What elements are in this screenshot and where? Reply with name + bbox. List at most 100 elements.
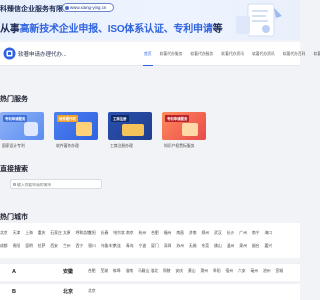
city-link[interactable]: 贵阳 bbox=[13, 244, 26, 252]
city-link[interactable]: 西宁 bbox=[76, 244, 89, 252]
service-tag: 软件著作权 bbox=[57, 115, 78, 122]
service-card-design-patent[interactable]: 专利申请服务 国家设计专利 bbox=[0, 112, 44, 154]
banner-url-badge: www.xiang-ying.cn bbox=[62, 3, 114, 12]
city-link[interactable]: 烟台 bbox=[252, 244, 265, 252]
city-link[interactable]: 佛山 bbox=[214, 244, 227, 252]
city-link[interactable]: 沈阳 bbox=[88, 231, 101, 239]
top-banner: 科臻信企业服务有限公司 www.xiang-ying.cn 从事高新技术企业申报… bbox=[0, 0, 300, 40]
city-link[interactable]: 大连 bbox=[113, 244, 126, 252]
nav-item-home[interactable]: 首页 bbox=[140, 42, 156, 66]
alpha-city-link[interactable]: 阜阳 bbox=[213, 269, 226, 274]
city-link[interactable]: 北京 bbox=[0, 231, 13, 239]
city-link[interactable]: 济南 bbox=[189, 231, 202, 239]
alpha-province[interactable]: 北京 bbox=[63, 288, 73, 295]
city-link[interactable]: 长沙 bbox=[227, 231, 240, 239]
city-row-2: 成都 贵阳 昆明 拉萨 西安 兰州 西宁 银川 乌鲁木齐 大连 青岛 宁波 厦门 深圳 苏州 无锡 东莞 佛山 温州… bbox=[0, 244, 277, 252]
city-link[interactable]: 东莞 bbox=[202, 244, 215, 252]
city-link[interactable]: 嘉兴 bbox=[264, 244, 277, 252]
city-link[interactable]: 南宁 bbox=[252, 231, 265, 239]
alpha-province[interactable]: 安徽 bbox=[63, 268, 73, 275]
alpha-city-link[interactable]: 淮北 bbox=[151, 269, 164, 274]
alpha-row-b: B 北京 北京 bbox=[0, 283, 300, 300]
service-card-ip-standard[interactable]: 专利申请服务 知识产权贯标服务 bbox=[162, 112, 206, 154]
city-link[interactable]: 昆明 bbox=[25, 244, 38, 252]
services-list: 专利申请服务 国家设计专利 软件著作权 软件著作办理 工商注册 工商注册办理 专… bbox=[0, 112, 300, 154]
services-title: 热门服务 bbox=[0, 96, 28, 103]
city-link[interactable]: 上海 bbox=[25, 231, 38, 239]
search-title: 直接搜索 bbox=[0, 166, 28, 173]
city-link[interactable]: 太原 bbox=[63, 231, 76, 239]
alpha-city-link[interactable]: 芜湖 bbox=[101, 269, 114, 274]
alpha-city-link[interactable]: 铜陵 bbox=[163, 269, 176, 274]
city-link[interactable]: 哈尔滨 bbox=[113, 231, 126, 239]
alpha-city-link[interactable]: 宿州 bbox=[226, 269, 239, 274]
city-link[interactable]: 苏州 bbox=[176, 244, 189, 252]
site-name[interactable]: 软著申请办理代办... bbox=[18, 50, 67, 58]
service-image: 软件著作权 bbox=[54, 112, 98, 140]
banner-headline: 从事高新技术企业申报、ISO体系认证、专利申请等 bbox=[0, 20, 223, 35]
city-link[interactable]: 泉州 bbox=[239, 244, 252, 252]
nav-item-wiki-1[interactable]: 软著代办百科 bbox=[279, 42, 310, 66]
city-link[interactable]: 银川 bbox=[88, 244, 101, 252]
alpha-city-link[interactable]: 北京 bbox=[88, 289, 101, 294]
city-link[interactable]: 石家庄 bbox=[50, 231, 63, 239]
service-tag: 工商注册 bbox=[111, 115, 129, 122]
city-link[interactable]: 天津 bbox=[13, 231, 26, 239]
city-link[interactable]: 南京 bbox=[126, 231, 139, 239]
service-label: 工商注册办理 bbox=[110, 144, 133, 148]
banner-url-text: www.xiang-ying.cn bbox=[70, 5, 107, 10]
cities-title: 热门城市 bbox=[0, 214, 28, 221]
nav-item-wiki-2[interactable]: 软著代办百科 bbox=[310, 42, 320, 66]
alpha-city-link[interactable]: 马鞍山 bbox=[138, 269, 151, 274]
city-link[interactable]: 海口 bbox=[264, 231, 277, 239]
city-link[interactable]: 兰州 bbox=[63, 244, 76, 252]
city-link[interactable]: 成都 bbox=[0, 244, 13, 252]
alpha-city-link[interactable]: 蚌埠 bbox=[113, 269, 126, 274]
alpha-city-link[interactable]: 亳州 bbox=[251, 269, 264, 274]
city-link[interactable]: 长春 bbox=[101, 231, 114, 239]
nav-item-service-1[interactable]: 软著代办服务 bbox=[156, 42, 187, 66]
city-link[interactable]: 乌鲁木齐 bbox=[101, 244, 116, 252]
city-link[interactable]: 杭州 bbox=[139, 231, 152, 239]
city-link[interactable]: 合肥 bbox=[151, 231, 164, 239]
certificate-icon bbox=[182, 123, 198, 136]
city-link[interactable]: 福州 bbox=[164, 231, 177, 239]
alpha-city-link[interactable]: 池州 bbox=[263, 269, 276, 274]
city-search-input[interactable] bbox=[11, 180, 91, 189]
site-logo-icon[interactable] bbox=[3, 47, 16, 60]
alpha-city-link[interactable]: 合肥 bbox=[88, 269, 101, 274]
folder-icon bbox=[76, 122, 92, 136]
city-link[interactable]: 深圳 bbox=[164, 244, 177, 252]
nav-item-service-2[interactable]: 软著代办服务 bbox=[186, 42, 217, 66]
alpha-city-link[interactable]: 安庆 bbox=[176, 269, 189, 274]
alpha-city-link[interactable]: 滁州 bbox=[201, 269, 214, 274]
alpha-row-a: A 安徽 合肥 芜湖 蚌埠 淮南 马鞍山 淮北 铜陵 安庆 黄山 滁州 阜阳 宿州 六安 亳州 池州 宣城 bbox=[0, 263, 300, 281]
service-card-software-copyright[interactable]: 软件著作权 软件著作办理 bbox=[54, 112, 98, 154]
service-label: 知识产权贯标服务 bbox=[164, 144, 195, 148]
city-link[interactable]: 青岛 bbox=[126, 244, 139, 252]
city-link[interactable]: 武汉 bbox=[214, 231, 227, 239]
nav-item-news-2[interactable]: 软著代办资讯 bbox=[248, 42, 279, 66]
globe-icon bbox=[65, 6, 69, 10]
city-link[interactable]: 拉萨 bbox=[38, 244, 51, 252]
alpha-city-link[interactable]: 六安 bbox=[238, 269, 251, 274]
alpha-city-link[interactable]: 淮南 bbox=[126, 269, 139, 274]
city-link[interactable]: 呼和浩特 bbox=[76, 231, 91, 239]
city-link[interactable]: 无锡 bbox=[189, 244, 202, 252]
city-link[interactable]: 广州 bbox=[239, 231, 252, 239]
alpha-city-list: 北京 bbox=[88, 289, 101, 294]
headline-highlight: 高新技术企业申报、ISO体系认证、专利申请 bbox=[19, 24, 213, 35]
city-link[interactable]: 温州 bbox=[227, 244, 240, 252]
city-link[interactable]: 郑州 bbox=[202, 231, 215, 239]
service-card-business-registration[interactable]: 工商注册 工商注册办理 bbox=[108, 112, 152, 154]
alpha-city-link[interactable]: 宣城 bbox=[276, 269, 289, 274]
city-link[interactable]: 重庆 bbox=[38, 231, 51, 239]
city-link[interactable]: 西安 bbox=[50, 244, 63, 252]
alpha-city-link[interactable]: 黄山 bbox=[188, 269, 201, 274]
main-navbar: 软著申请办理代办... 首页 软著代办服务 软著代办服务 软著代办资讯 软著代办… bbox=[0, 42, 320, 66]
nav-menu: 首页 软著代办服务 软著代办服务 软著代办资讯 软著代办资讯 软著代办百科 软著… bbox=[140, 42, 320, 66]
nav-item-news-1[interactable]: 软著代办资讯 bbox=[217, 42, 248, 66]
city-link[interactable]: 南昌 bbox=[176, 231, 189, 239]
city-link[interactable]: 厦门 bbox=[151, 244, 164, 252]
city-link[interactable]: 宁波 bbox=[139, 244, 152, 252]
